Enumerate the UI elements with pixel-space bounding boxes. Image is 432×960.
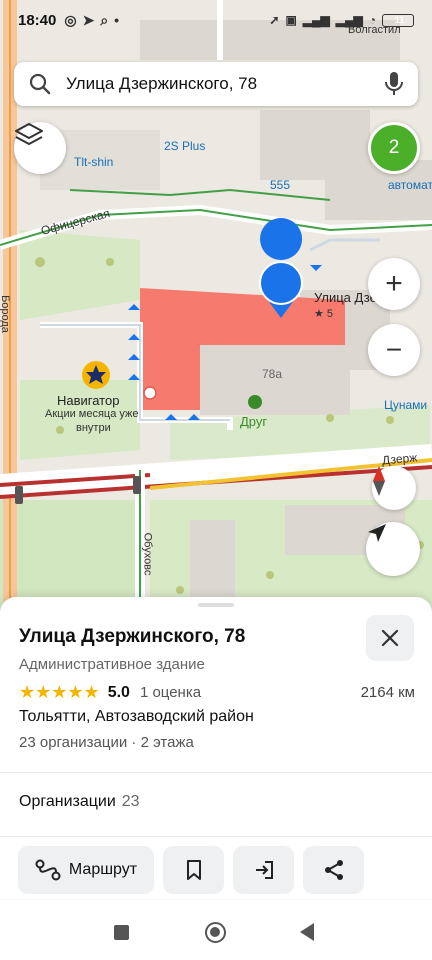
share-icon: [324, 860, 343, 880]
status-system-icons: ➚ ▣ ▂▄▆ ▂▄▆ ◔ 11: [269, 13, 414, 27]
map-label-boroda: Борода: [0, 295, 11, 333]
status-time: 18:40: [18, 11, 57, 29]
orgs-summary: 23 организации · 2 этажа: [19, 734, 194, 751]
compass-button[interactable]: [372, 466, 416, 510]
navigation-arrow-icon: [368, 524, 386, 542]
home-icon[interactable]: [205, 922, 226, 943]
map-label-drug[interactable]: Друг: [240, 414, 267, 429]
map-label-navigator-sub1: Акции месяца уже: [45, 408, 139, 420]
sim-icon: ▣: [285, 13, 297, 27]
cluster-badge[interactable]: 2: [368, 122, 420, 174]
status-bar: 18:40 ◎ ➤ ⌕ • ➚ ▣ ▂▄▆ ▂▄▆ ◔ 11: [0, 0, 432, 40]
signal-icon-2: ▂▄▆: [335, 13, 363, 27]
map-label-555[interactable]: 555: [270, 178, 290, 192]
close-button[interactable]: [366, 615, 414, 661]
rating-row[interactable]: ★★★★★ 5.0 1 оценка 2164 км: [19, 682, 415, 703]
rating-value: 5.0: [107, 683, 130, 701]
microphone-icon[interactable]: [384, 71, 404, 97]
route-icon: [35, 859, 61, 881]
map-label-obuhovskaya: Обуховс: [141, 532, 154, 576]
map-label-tlt-shin[interactable]: Tlt-shin: [74, 155, 113, 169]
place-title: Улица Дзержинского, 78: [19, 626, 246, 647]
map-label-building-78a: 78а: [262, 367, 283, 381]
rating-count[interactable]: 1 оценка: [140, 684, 201, 701]
share-button[interactable]: [303, 846, 364, 894]
status-notification-icons: ◎ ➤ ⌕ •: [64, 12, 119, 29]
signal-icon: ▂▄▆: [302, 13, 330, 27]
sheet-handle[interactable]: [198, 603, 234, 607]
map-label-navigator-sub2: внутри: [76, 422, 111, 434]
search-icon: [29, 73, 51, 95]
bookmark-button[interactable]: [163, 846, 224, 894]
place-address: Тольятти, Автозаводский район: [19, 708, 254, 725]
organizations-count: 23: [121, 793, 140, 810]
whatsapp-icon: ◎: [64, 11, 77, 28]
map-label-pin-rating: ★ 5: [314, 308, 334, 320]
recents-icon[interactable]: [114, 925, 129, 940]
close-icon: [381, 629, 399, 647]
route-button[interactable]: Маршрут: [18, 846, 154, 894]
place-category: Административное здание: [19, 656, 205, 673]
action-bar: Маршрут: [0, 846, 432, 896]
wifi-icon: ◔: [368, 13, 376, 27]
search-bar[interactable]: Улица Дзержинского, 78: [14, 62, 418, 106]
battery-level: 11: [394, 15, 405, 25]
organizations-label: Организации: [19, 793, 116, 810]
compass-icon: [373, 466, 385, 496]
zoom-in-button[interactable]: +: [368, 258, 420, 310]
map-label-tsunami[interactable]: Цунами: [384, 398, 427, 412]
zoom-out-button[interactable]: −: [368, 324, 420, 376]
location-arrow-icon: ➚: [269, 13, 280, 27]
my-location-button[interactable]: [366, 522, 420, 576]
map-label-navigator[interactable]: Навигатор: [57, 393, 119, 408]
distance: 2164 км: [360, 684, 415, 701]
dot-icon: •: [114, 11, 120, 28]
search-input[interactable]: Улица Дзержинского, 78: [66, 74, 384, 94]
layers-button[interactable]: [14, 122, 66, 174]
enter-icon: [255, 861, 273, 879]
telegram-icon: ➤: [82, 11, 95, 28]
system-nav-bar: [0, 900, 432, 960]
search-notification-icon: ⌕: [100, 11, 109, 28]
bookmark-icon: [186, 860, 201, 880]
divider: [0, 772, 432, 773]
rating-stars: ★★★★★: [19, 682, 100, 702]
route-label: Маршрут: [68, 861, 138, 878]
map-label-2s-plus[interactable]: 2S Plus: [164, 139, 205, 153]
layers-icon: [15, 123, 43, 145]
map-label-avtomat[interactable]: автомат: [388, 178, 432, 192]
back-icon[interactable]: [300, 923, 314, 941]
organizations-row[interactable]: Организации 23: [19, 793, 140, 811]
divider: [0, 836, 432, 837]
battery-icon: 11: [382, 13, 414, 27]
enter-button[interactable]: [233, 846, 294, 894]
